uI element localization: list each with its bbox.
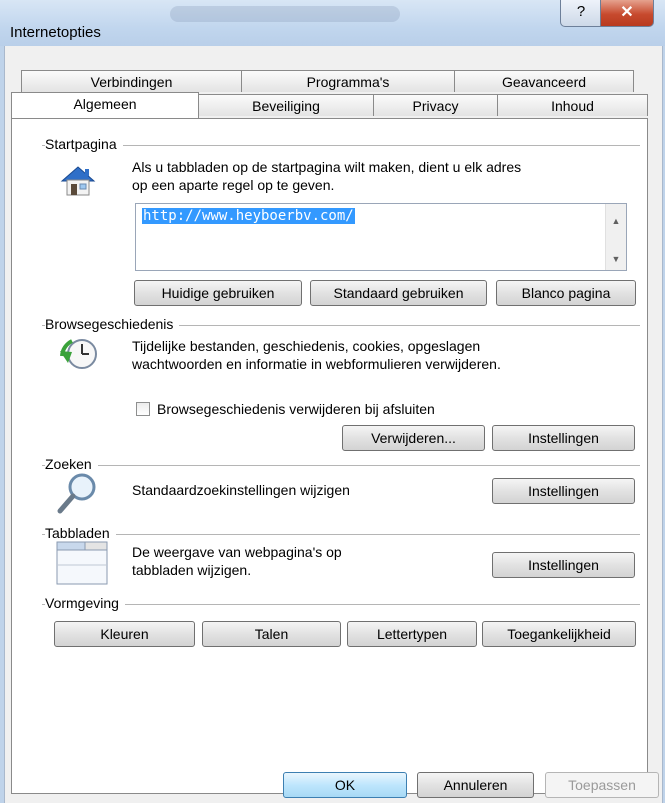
tab-page-algemeen: Startpagina Als u tabbladen op de startp… xyxy=(11,118,648,794)
tab-geavanceerd[interactable]: Geavanceerd xyxy=(454,70,634,92)
home-icon xyxy=(60,166,96,196)
zoeken-rule xyxy=(42,465,640,466)
browsegeschiedenis-text-1: Tijdelijke bestanden, geschiedenis, cook… xyxy=(132,338,481,354)
tabbladen-label: Tabbladen xyxy=(45,525,116,541)
browsegeschiedenis-label: Browsegeschiedenis xyxy=(45,316,180,332)
tab-programmas[interactable]: Programma's xyxy=(241,70,455,92)
title-bar-blur xyxy=(170,6,400,22)
blanco-pagina-button[interactable]: Blanco pagina xyxy=(496,280,636,306)
lettertypen-button[interactable]: Lettertypen xyxy=(347,621,477,647)
startpage-url: http://www.heyboerbv.com/ xyxy=(142,208,355,224)
verwijderen-button[interactable]: Verwijderen... xyxy=(342,425,485,451)
tab-verbindingen[interactable]: Verbindingen xyxy=(21,70,242,92)
close-button[interactable]: ✕ xyxy=(600,0,654,27)
tabs-icon xyxy=(56,541,108,585)
tab-privacy[interactable]: Privacy xyxy=(373,94,498,116)
search-icon xyxy=(57,473,96,514)
ok-button[interactable]: OK xyxy=(283,772,407,798)
zoeken-text: Standaardzoekinstellingen wijzigen xyxy=(132,482,350,498)
help-icon: ? xyxy=(576,3,586,20)
talen-button[interactable]: Talen xyxy=(202,621,341,647)
browsegeschiedenis-text-2: wachtwoorden en informatie in webformuli… xyxy=(132,356,501,372)
tab-algemeen[interactable]: Algemeen xyxy=(11,92,199,118)
kleuren-button[interactable]: Kleuren xyxy=(54,621,195,647)
huidige-gebruiken-button[interactable]: Huidige gebruiken xyxy=(134,280,302,306)
standaard-gebruiken-button[interactable]: Standaard gebruiken xyxy=(310,280,487,306)
dialog-body: Verbindingen Programma's Geavanceerd Alg… xyxy=(4,46,663,803)
toegankelijkheid-button[interactable]: Toegankelijkheid xyxy=(482,621,636,647)
history-settings-button[interactable]: Instellingen xyxy=(492,425,635,451)
startpage-url-textarea[interactable]: http://www.heyboerbv.com/ ▲ ▼ xyxy=(135,203,627,271)
zoeken-label: Zoeken xyxy=(45,456,98,472)
close-icon: ✕ xyxy=(620,4,634,21)
history-clock-icon xyxy=(60,339,97,369)
url-scrollbar[interactable]: ▲ ▼ xyxy=(605,204,626,270)
tabbladen-text-2: tabbladen wijzigen. xyxy=(132,562,252,578)
help-button[interactable]: ? xyxy=(560,0,602,27)
tab-beveiliging[interactable]: Beveiliging xyxy=(198,94,374,116)
startpagina-label: Startpagina xyxy=(45,136,123,152)
startpagina-text-2: op een aparte regel op te geven. xyxy=(132,177,335,193)
delete-on-exit-label[interactable]: Browsegeschiedenis verwijderen bij afslu… xyxy=(157,400,435,418)
search-settings-button[interactable]: Instellingen xyxy=(492,478,635,504)
window-title: Internetopties xyxy=(10,24,101,41)
vormgeving-rule xyxy=(42,604,640,605)
toepassen-button[interactable]: Toepassen xyxy=(545,772,659,798)
tabbladen-rule xyxy=(42,534,640,535)
tab-inhoud[interactable]: Inhoud xyxy=(497,94,648,116)
startpagina-text-1: Als u tabbladen op de startpagina wilt m… xyxy=(132,159,522,175)
title-bar: Internetopties ? ✕ xyxy=(0,0,665,46)
scroll-down-icon[interactable]: ▼ xyxy=(606,254,626,264)
tabbladen-text-1: De weergave van webpagina's op xyxy=(132,544,342,560)
vormgeving-label: Vormgeving xyxy=(45,595,125,611)
scroll-up-icon[interactable]: ▲ xyxy=(606,216,626,226)
delete-on-exit-checkbox[interactable] xyxy=(136,402,150,416)
startpagina-rule xyxy=(42,145,640,146)
annuleren-button[interactable]: Annuleren xyxy=(417,772,534,798)
tabs-settings-button[interactable]: Instellingen xyxy=(492,552,635,578)
